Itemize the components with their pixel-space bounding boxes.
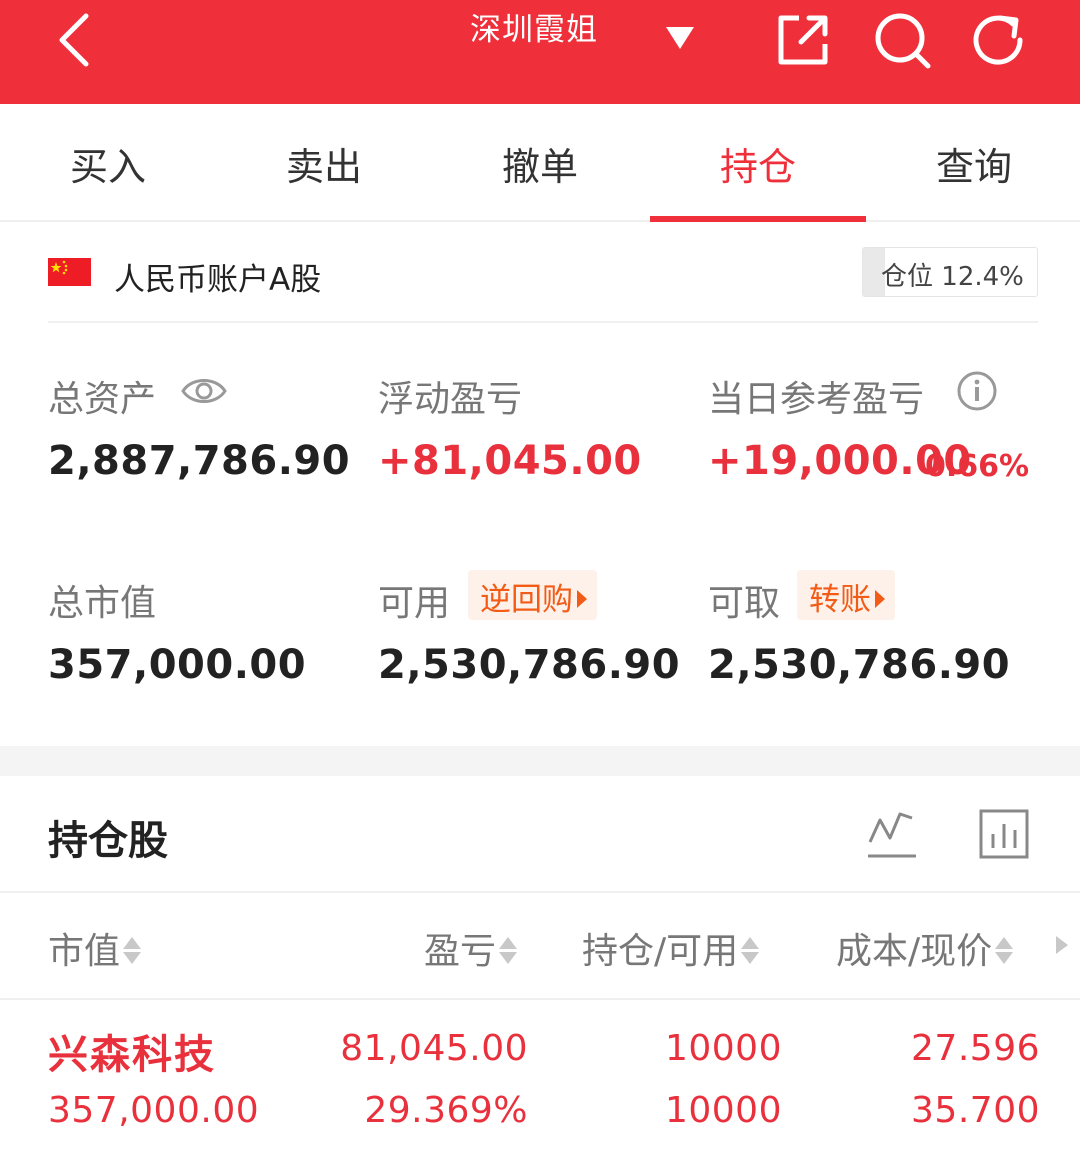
tab-positions[interactable]: 持仓 — [650, 136, 866, 191]
market-value-label: 总市值 — [48, 583, 157, 624]
account-name[interactable]: 人民币账户A股 — [114, 254, 321, 299]
column-cost-price[interactable]: 成本/现价 — [836, 922, 1014, 974]
available-label: 可用 — [378, 583, 451, 624]
sort-icon — [994, 933, 1014, 967]
stock-cost: 27.596 — [911, 1028, 1040, 1069]
position-ratio-badge: 仓位 12.4% — [862, 247, 1038, 297]
china-flag-icon — [48, 258, 91, 286]
tab-cancel[interactable]: 撤单 — [432, 136, 648, 191]
sort-icon — [122, 933, 142, 967]
floating-pl-label: 浮动盈亏 — [378, 379, 523, 420]
stock-name[interactable]: 兴森科技 — [48, 1022, 216, 1080]
total-assets-value: 2,887,786.90 — [48, 438, 351, 484]
stock-position: 10000 — [664, 1028, 782, 1069]
section-separator — [0, 746, 1080, 776]
search-icon[interactable] — [872, 10, 932, 70]
withdrawable-value: 2,530,786.90 — [708, 642, 1011, 688]
stock-available: 10000 — [664, 1090, 782, 1131]
daily-pl-label: 当日参考盈亏 — [708, 379, 925, 420]
reverse-repo-button[interactable]: 逆回购 — [468, 570, 597, 620]
back-icon[interactable] — [50, 10, 100, 70]
stock-pl: 81,045.00 — [340, 1028, 528, 1069]
position-ratio-label: 仓位 12.4% — [881, 262, 1024, 292]
tab-sell[interactable]: 卖出 — [216, 136, 432, 191]
account-title[interactable]: 深圳霞姐 — [470, 4, 598, 49]
share-icon[interactable] — [773, 10, 833, 70]
divider — [0, 998, 1080, 1000]
column-market-value[interactable]: 市值 — [48, 922, 142, 974]
trade-tabs: 买入 卖出 撤单 持仓 查询 — [0, 104, 1080, 222]
play-arrow-icon — [875, 590, 885, 608]
refresh-icon[interactable] — [970, 10, 1030, 70]
active-tab-indicator — [650, 216, 866, 222]
withdrawable-label: 可取 — [708, 583, 781, 624]
divider — [48, 321, 1038, 323]
sort-icon — [740, 933, 760, 967]
column-pl[interactable]: 盈亏 — [424, 922, 518, 974]
chevron-down-icon[interactable] — [664, 25, 696, 51]
stock-pl-percent: 29.369% — [364, 1090, 528, 1131]
column-position[interactable]: 持仓/可用 — [582, 922, 760, 974]
reverse-repo-label: 逆回购 — [480, 582, 573, 618]
total-assets-label: 总资产 — [48, 379, 157, 420]
bar-chart-icon[interactable] — [978, 808, 1030, 860]
available-value: 2,530,786.90 — [378, 642, 681, 688]
sort-icon — [498, 933, 518, 967]
line-chart-icon[interactable] — [866, 808, 918, 860]
info-icon[interactable] — [956, 370, 998, 412]
stock-market-value: 357,000.00 — [48, 1090, 260, 1131]
tab-buy[interactable]: 买入 — [0, 136, 216, 191]
eye-icon[interactable] — [180, 372, 228, 410]
tab-query[interactable]: 查询 — [866, 136, 1080, 191]
floating-pl-value: +81,045.00 — [378, 438, 642, 484]
play-arrow-icon — [577, 590, 587, 608]
holdings-title: 持仓股 — [48, 818, 168, 864]
transfer-label: 转账 — [809, 582, 871, 618]
market-value-value: 357,000.00 — [48, 642, 307, 688]
daily-pl-percent: 0.66% — [925, 449, 1030, 484]
stock-price: 35.700 — [911, 1090, 1040, 1131]
divider — [0, 891, 1080, 893]
transfer-button[interactable]: 转账 — [797, 570, 895, 620]
chevron-right-icon[interactable] — [1054, 934, 1070, 956]
top-bar: 深圳霞姐 — [0, 0, 1080, 104]
